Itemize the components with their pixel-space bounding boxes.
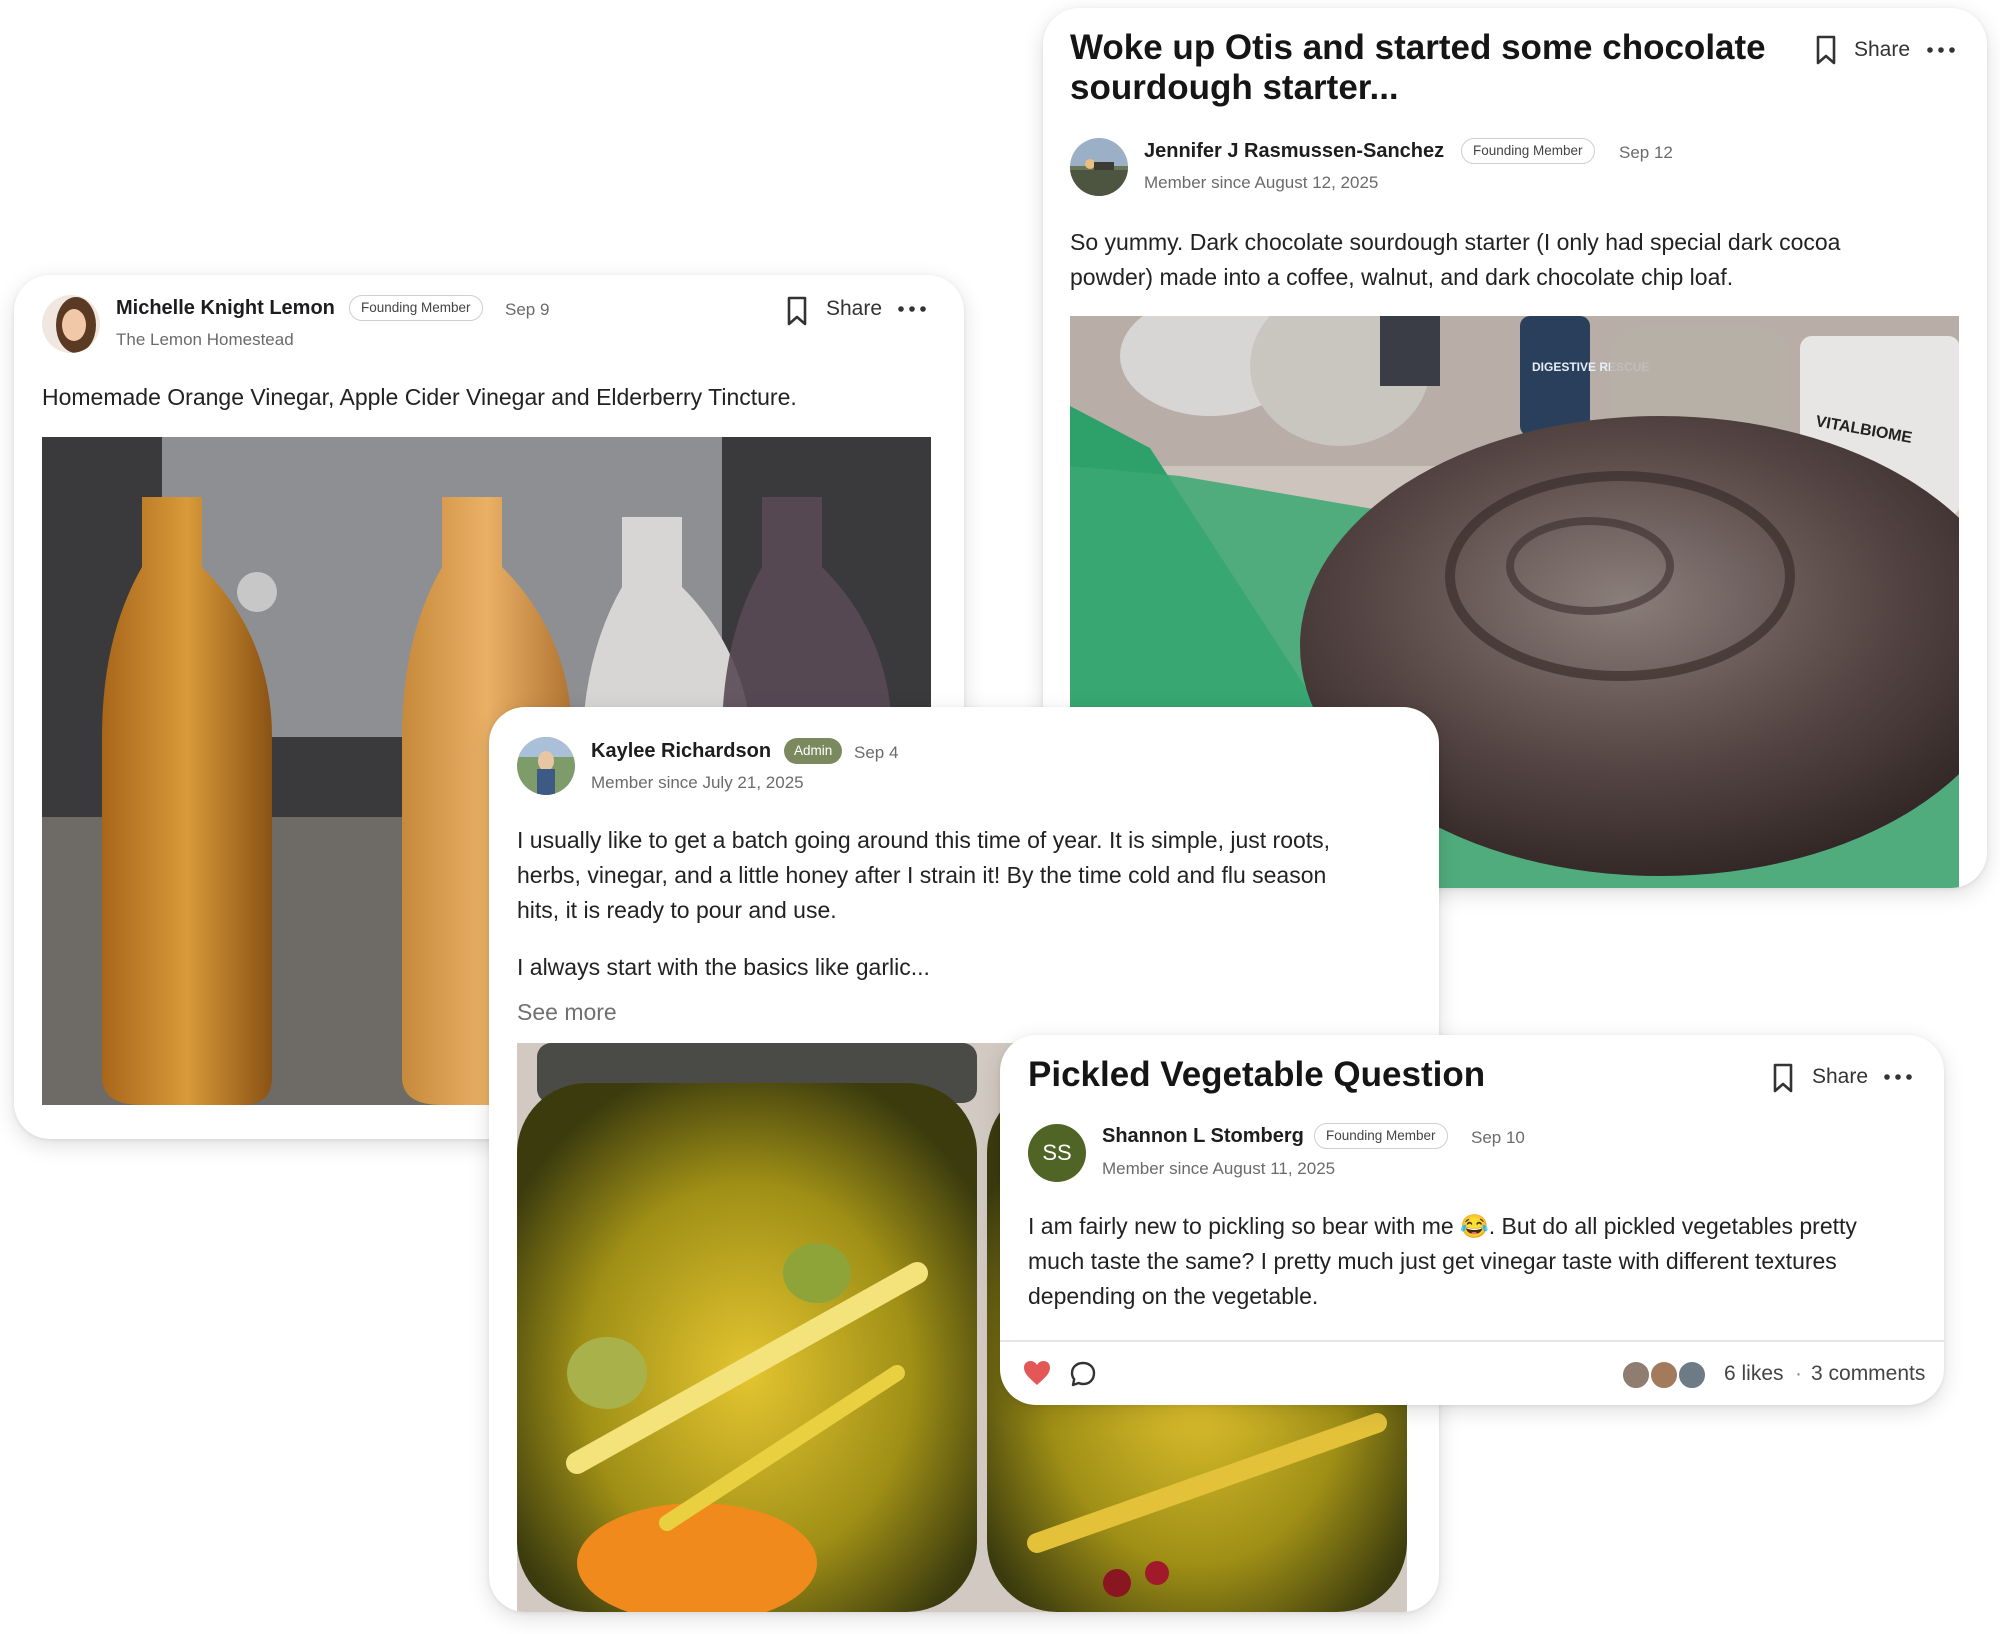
author-name[interactable]: Shannon L Stomberg: [1102, 1125, 1304, 1148]
avatar-photo: [517, 737, 575, 795]
avatar-photo: [42, 295, 100, 353]
author-name[interactable]: Jennifer J Rasmussen-Sanchez: [1144, 140, 1444, 163]
post-title[interactable]: Pickled Vegetable Question: [1028, 1055, 1485, 1095]
liker-avatars[interactable]: [1620, 1359, 1712, 1391]
post-body: Homemade Orange Vinegar, Apple Cider Vin…: [42, 384, 797, 410]
more-dots-icon: [898, 306, 926, 312]
post-date: Sep 9: [505, 300, 550, 319]
bookmark-button[interactable]: [1770, 1062, 1800, 1098]
author-name[interactable]: Michelle Knight Lemon: [116, 297, 335, 320]
bookmark-button[interactable]: [1813, 34, 1843, 70]
comments-count[interactable]: 3 comments: [1811, 1362, 1925, 1386]
bookmark-icon: [1816, 35, 1836, 65]
avatar[interactable]: [517, 737, 575, 795]
post-date: Sep 12: [1619, 143, 1673, 162]
more-options-button[interactable]: [1925, 38, 1957, 62]
admin-badge: Admin: [784, 738, 843, 764]
share-button[interactable]: Share: [826, 297, 882, 321]
more-options-button[interactable]: [896, 297, 928, 321]
share-button[interactable]: Share: [1854, 38, 1910, 62]
more-dots-icon: [1884, 1074, 1912, 1080]
avatar[interactable]: [42, 295, 100, 353]
bookmark-icon: [787, 296, 807, 326]
likes-count[interactable]: 6 likes: [1724, 1362, 1784, 1386]
post-title[interactable]: Woke up Otis and started some chocolate …: [1070, 28, 1790, 108]
post-body: I usually like to get a batch going arou…: [517, 827, 1331, 980]
community-name: The Lemon Homestead: [116, 330, 294, 349]
see-more-link[interactable]: See more: [517, 999, 617, 1026]
heart-icon: [1024, 1361, 1050, 1385]
divider: [1000, 1340, 1944, 1342]
founding-member-badge: Founding Member: [349, 295, 483, 321]
avatar[interactable]: [1070, 138, 1128, 196]
avatar-photo: [1070, 138, 1128, 196]
comment-bubble-icon: [1070, 1361, 1096, 1387]
founding-member-badge: Founding Member: [1461, 138, 1595, 164]
post-body: I am fairly new to pickling so bear with…: [1028, 1213, 1857, 1309]
post-body: So yummy. Dark chocolate sourdough start…: [1070, 229, 1841, 290]
bookmark-icon: [1773, 1063, 1793, 1093]
stats-separator: ·: [1795, 1362, 1802, 1385]
post-date: Sep 10: [1471, 1128, 1525, 1147]
member-since: Member since August 12, 2025: [1144, 173, 1379, 192]
share-button[interactable]: Share: [1812, 1065, 1868, 1089]
more-options-button[interactable]: [1882, 1065, 1914, 1089]
founding-member-badge: Founding Member: [1314, 1123, 1448, 1149]
member-since: Member since August 11, 2025: [1102, 1159, 1336, 1178]
comment-button[interactable]: [1068, 1359, 1100, 1391]
post-card-pickled-vegetable-question: Pickled Vegetable Question Share SS Shan…: [1000, 1035, 1944, 1405]
member-since: Member since July 21, 2025: [591, 773, 804, 792]
like-button[interactable]: [1022, 1359, 1056, 1391]
author-name[interactable]: Kaylee Richardson: [591, 740, 771, 763]
avatar-initials[interactable]: SS: [1028, 1124, 1086, 1182]
liker-avatar-stack: [1621, 1360, 1707, 1390]
post-date: Sep 4: [854, 743, 899, 762]
more-dots-icon: [1927, 47, 1955, 53]
bookmark-button[interactable]: [784, 295, 814, 331]
